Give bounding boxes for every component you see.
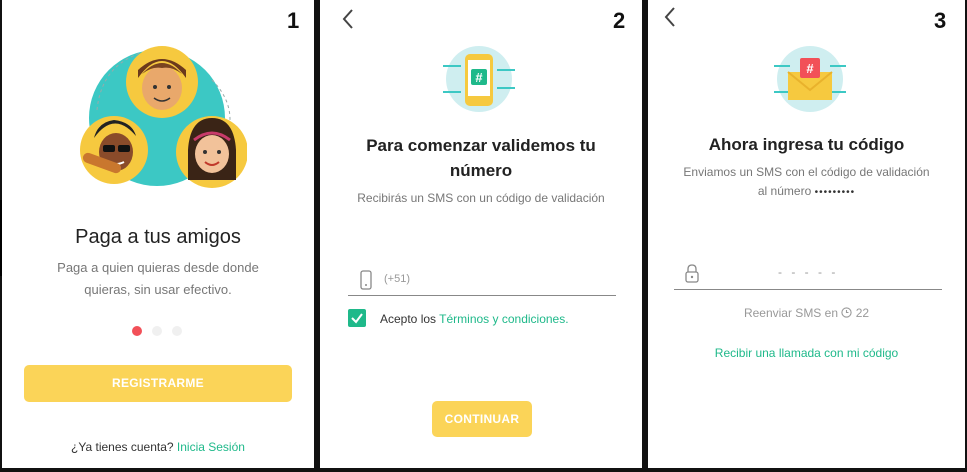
continue-button[interactable]: CONTINUAR: [432, 401, 532, 437]
carousel-dot[interactable]: [152, 326, 162, 336]
terms-link[interactable]: Términos y condiciones.: [439, 312, 568, 326]
login-link[interactable]: Inicia Sesión: [177, 440, 245, 454]
step-number: 3: [934, 8, 947, 33]
page-title-line-2: número: [449, 161, 513, 180]
page-title: Ahora ingresa tu código: [708, 135, 905, 154]
register-button[interactable]: REGISTRARME: [24, 365, 292, 402]
svg-text:#: #: [475, 70, 483, 85]
onboarding-screen: 1 Paga a tus amigos Paga a quien quieras…: [2, 0, 314, 468]
terms-checkbox[interactable]: [348, 309, 366, 327]
clock-icon: [841, 307, 852, 318]
phone-field[interactable]: (+51): [348, 264, 616, 296]
step-number: 1: [287, 8, 300, 33]
description-line-2: quieras, sin usar efectivo.: [84, 282, 232, 297]
masked-phone-number: •••••••••: [814, 187, 856, 198]
back-arrow-icon[interactable]: [660, 4, 682, 30]
description-line-1: Paga a quien quieras desde donde: [57, 260, 259, 275]
resend-countdown: 22: [855, 306, 870, 320]
code-field[interactable]: - - - - -: [674, 258, 942, 290]
envelope-hash-icon: #: [774, 46, 846, 112]
terms-prefix: Acepto los: [380, 312, 437, 326]
page-title: Paga a tus amigos: [75, 226, 241, 248]
description-prefix: al número: [757, 184, 812, 198]
resend-label: Reenviar SMS en: [743, 306, 838, 320]
page-title-line-1: Para comenzar validemos tu: [366, 136, 596, 155]
phone-validation-screen: 2 # Para comenzar validemos tu número Re…: [320, 0, 642, 468]
description-line-2: al número •••••••••: [648, 181, 965, 203]
code-field-underline: [674, 288, 942, 290]
phone-field-underline: [348, 294, 616, 296]
back-arrow-icon[interactable]: [338, 6, 360, 32]
phone-icon: [360, 270, 372, 290]
phone-input[interactable]: (+51): [384, 273, 410, 285]
lock-icon: [685, 264, 699, 283]
step-number: 2: [613, 8, 626, 33]
svg-text:#: #: [806, 61, 814, 76]
phone-hash-icon: #: [443, 46, 515, 112]
description-line-1: Enviamos un SMS con el código de validac…: [683, 165, 930, 179]
checkmark-icon: [351, 313, 363, 324]
carousel-dot[interactable]: [172, 326, 182, 336]
page-subtitle: Recibirás un SMS con un código de valida…: [357, 191, 605, 205]
terms-text: Acepto los Términos y condiciones.: [380, 312, 569, 326]
login-prompt: ¿Ya tienes cuenta? Inicia Sesión: [2, 440, 314, 454]
code-input[interactable]: - - - - -: [778, 265, 838, 279]
friends-illustration: [80, 46, 247, 188]
code-validation-screen: 3 # Ahora ingresa tu código Enviamos un …: [648, 0, 965, 468]
resend-sms-row: Reenviar SMS en 22: [648, 306, 965, 320]
have-account-text: ¿Ya tienes cuenta?: [71, 440, 174, 454]
receive-call-link[interactable]: Recibir una llamada con mi código: [648, 346, 965, 360]
carousel-dot-active[interactable]: [132, 326, 142, 336]
